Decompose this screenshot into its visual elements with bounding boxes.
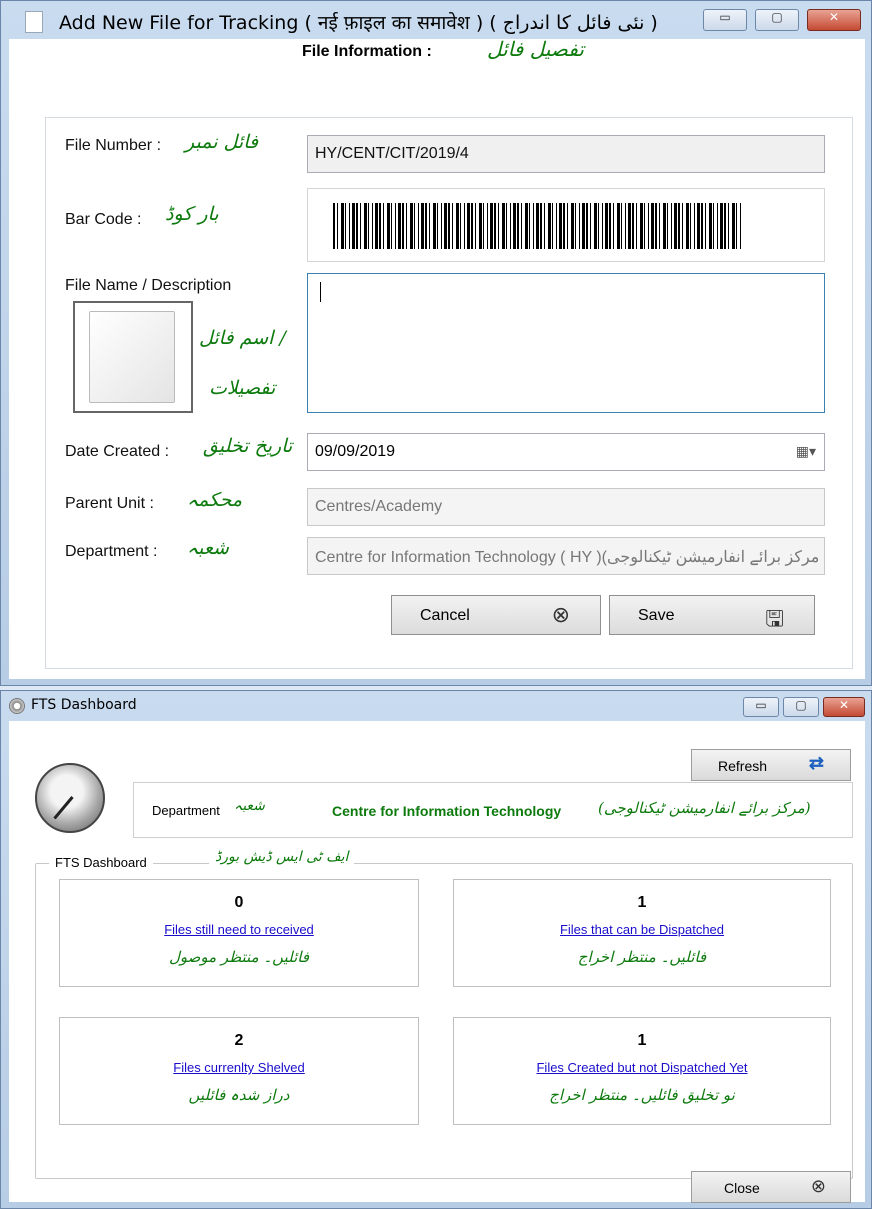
parent-unit-label-urdu: محکمہ [187, 489, 243, 511]
date-created-value: 09/09/2019 [315, 443, 396, 460]
cancel-button-label: Cancel [420, 607, 470, 624]
card-urdu-caption: فائلیں۔ منتظر موصول [169, 948, 309, 966]
document-icon [25, 11, 43, 33]
title-bar[interactable]: Add New File for Tracking ( नई फ़ाइल का … [1, 1, 871, 39]
department-panel: Department شعبہ Centre for Information T… [133, 782, 853, 838]
description-textarea[interactable] [307, 273, 825, 413]
file-information-heading-urdu: تفصیل فائل [487, 37, 584, 61]
refresh-label: Refresh [718, 758, 768, 774]
card-count: 0 [234, 894, 244, 911]
barcode-bars [333, 203, 743, 249]
close-button[interactable]: Close ⊗ [691, 1171, 851, 1203]
minimize-button[interactable]: ▭ [703, 9, 747, 31]
blank-page-icon [89, 311, 175, 403]
date-created-label: Date Created : [65, 443, 170, 460]
parent-unit-label: Parent Unit : [65, 495, 154, 512]
card-link[interactable]: Files Created but not Dispatched Yet [454, 1060, 830, 1075]
refresh-icon: ⇄ [808, 753, 824, 773]
description-label-urdu-1: اسم فائل / [199, 327, 286, 349]
dashboard-app-icon [9, 698, 25, 714]
save-button-label: Save [638, 607, 675, 624]
file-number-label-urdu: فائل نمبر [185, 131, 259, 153]
form-client-area: File Information : تفصیل فائل File Numbe… [9, 37, 865, 679]
cancel-button[interactable]: Cancel ⊗ [391, 595, 601, 635]
parent-unit-field: Centres/Academy [307, 488, 825, 526]
department-field: Centre for Information Technology ( HY )… [307, 537, 825, 575]
description-label-urdu-2: تفصیلات [209, 377, 276, 399]
close-window-button[interactable]: ✕ [823, 697, 865, 717]
close-button-label: Close [724, 1180, 760, 1196]
card-files-to-receive: 0 Files still need to received فائلیں۔ م… [59, 879, 419, 987]
file-number-field[interactable]: HY/CENT/CIT/2019/4 [307, 135, 825, 173]
card-files-shelved: 2 Files currenlty Shelved دراز شدہ فائلی… [59, 1017, 419, 1125]
card-files-to-dispatch: 1 Files that can be Dispatched فائلیں۔ م… [453, 879, 831, 987]
close-window-button[interactable]: ✕ [807, 9, 861, 31]
card-link[interactable]: Files still need to received [60, 922, 418, 937]
department-value: Centre for Information Technology [332, 803, 562, 819]
card-files-not-dispatched: 1 Files Created but not Dispatched Yet ن… [453, 1017, 831, 1125]
barcode-label-urdu: بار کوڈ [165, 203, 219, 225]
card-count: 2 [234, 1032, 244, 1049]
maximize-button[interactable]: ▢ [783, 697, 819, 717]
card-urdu-caption: فائلیں۔ منتظر اخراج [577, 948, 707, 966]
fts-dashboard-window: FTS Dashboard ▭ ▢ ✕ Refresh ⇄ Department… [0, 690, 872, 1209]
date-created-picker[interactable]: 09/09/2019 ▦▾ [307, 433, 825, 471]
add-file-window: Add New File for Tracking ( नई फ़ाइल का … [0, 0, 872, 686]
calendar-dropdown-icon[interactable]: ▦▾ [796, 443, 816, 460]
dashboard-group-legend-urdu: ایف ٹی ایس ڈیش بورڈ [209, 849, 355, 865]
cancel-icon: ⊗ [551, 602, 570, 627]
dashboard-window-title: FTS Dashboard [31, 697, 137, 713]
dashboard-title-bar[interactable]: FTS Dashboard ▭ ▢ ✕ [1, 691, 871, 721]
date-created-label-urdu: تاریخ تخلیق [203, 435, 293, 457]
dashboard-group-legend: FTS Dashboard [49, 855, 153, 870]
save-button[interactable]: Save 🖫 [609, 595, 815, 635]
text-caret [320, 282, 321, 302]
maximize-button[interactable]: ▢ [755, 9, 799, 31]
gauge-needle [53, 796, 74, 820]
barcode-image [307, 188, 825, 262]
file-thumbnail [73, 301, 193, 413]
department-label: Department : [65, 543, 158, 560]
close-icon: ⊗ [810, 1176, 826, 1196]
minimize-button[interactable]: ▭ [743, 697, 779, 717]
file-number-label: File Number : [65, 137, 162, 154]
description-label: File Name / Description [65, 277, 232, 294]
department-value-urdu: (مرکز برائے انفارمیشن ٹیکنالوجی) [598, 799, 811, 817]
card-link[interactable]: Files currenlty Shelved [60, 1060, 418, 1075]
card-count: 1 [637, 1032, 647, 1049]
dashboard-gauge-icon [35, 763, 105, 833]
dashboard-client-area: Refresh ⇄ Department شعبہ Centre for Inf… [9, 721, 865, 1203]
window-title: Add New File for Tracking ( नई फ़ाइल का … [59, 12, 658, 34]
card-count: 1 [637, 894, 647, 911]
department-label-urdu: شعبہ [234, 798, 265, 814]
card-urdu-caption: دراز شدہ فائلیں [188, 1086, 290, 1104]
card-urdu-caption: نو تخلیق فائلیں۔ منتظر اخراج [549, 1086, 735, 1104]
department-label-urdu: شعبہ [187, 537, 229, 559]
barcode-label: Bar Code : [65, 211, 142, 228]
card-link[interactable]: Files that can be Dispatched [454, 922, 830, 937]
department-label: Department [152, 803, 220, 818]
refresh-button[interactable]: Refresh ⇄ [691, 749, 851, 781]
save-disk-icon: 🖫 [765, 606, 784, 631]
file-information-heading: File Information : [302, 43, 432, 60]
